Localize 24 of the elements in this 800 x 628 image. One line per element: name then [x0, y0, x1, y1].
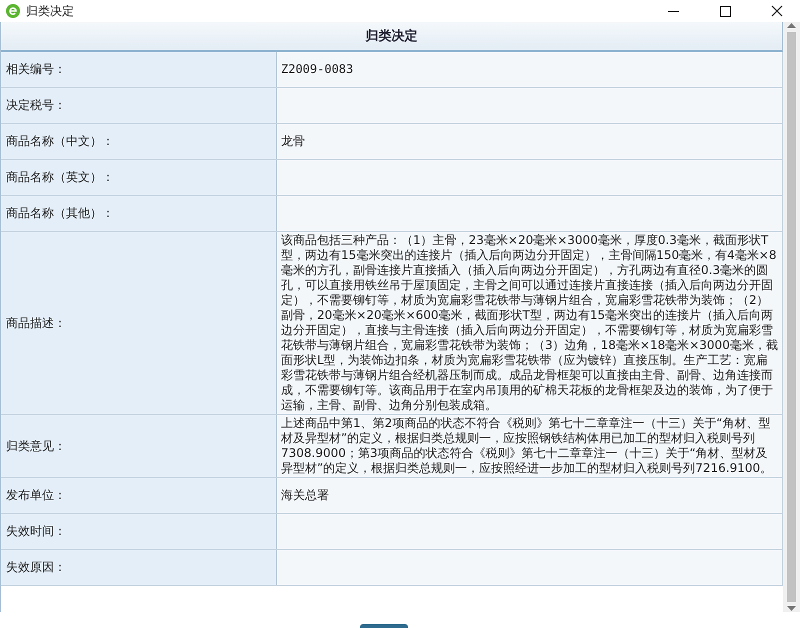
- field-value: 该商品包括三种产品：（1）主骨，23毫米×20毫米×3000毫米，厚度0.3毫米，截面形状T型，两边有15毫米突出的连接片（插入后向两边分开固定），主骨间隔150毫米，有4毫米×8毫米的方孔，副骨连接片直接插入（插入后向两边分开固定），方孔两边有直径0.3毫米的圆孔，可以直接用铁丝吊于屋顶固定，主骨之间可以通过连接片直接连接（插入后向两边分开固定），不需要铆钉等，材质为宽扁彩雪花铁带与薄钢片组合，宽扁彩雪花铁带为装饰；（2）副骨，20毫米×20毫米×600毫米，截面形状T型，两边有15毫米突出的连接片（插入后向两边分开固定），直接与主骨连接（插入后向两边分开固定），不需要铆钉等，材质为宽扁彩雪花铁带与薄钢片组合，宽扁彩雪花铁带为装饰；（3）边角，18毫米×18毫米×3000毫米，截面形状L型，为装饰边扣条，材质为宽扁彩雪花铁带（应为镀锌）直接压制。生产工艺：宽扁彩雪花铁带与薄钢片组合经机器压制而成。成品龙骨框架可以直接由主骨、副骨、边角连接而成，不需要铆钉等。该商品用于在室内吊顶用的矿棉天花板的龙骨框架及边的装饰，为了便于运输，主骨、副骨、边角分别包装成箱。: [277, 232, 784, 414]
- field-label: 商品描述：: [1, 232, 277, 414]
- field-label: 商品名称（其他）：: [1, 196, 277, 231]
- field-label: 商品名称（中文）：: [1, 124, 277, 159]
- field-label: 相关编号：: [1, 52, 277, 87]
- scroll-up-arrow-icon[interactable]: [787, 22, 796, 28]
- button-top-edge[interactable]: [360, 624, 408, 628]
- field-value: 上述商品中第1、第2项商品的状态不符合《税则》第七十二章章注一（十三）关于“角材、型材及异型材”的定义，根据归类总规则一，应按照钢铁结构体用已加工的型材归入税则号列7308.9000；第3项商品的状态符合《税则》第七十二章章注一（十三）关于“角材、型材及异型材”的定义，根据归类总规则一，应按照经进一步加工的型材归入税则号列7216.9100。: [277, 415, 784, 477]
- maximize-icon: [720, 6, 730, 16]
- field-label: 失效原因：: [1, 550, 277, 585]
- scrollbar[interactable]: [783, 22, 800, 612]
- field-label: 归类意见：: [1, 415, 277, 477]
- field-label: 失效时间：: [1, 514, 277, 549]
- field-value: Z2009-0083: [277, 52, 784, 87]
- field-label: 商品名称（英文）：: [1, 160, 277, 195]
- scroll-down-arrow-icon[interactable]: [787, 606, 796, 612]
- close-icon: [771, 5, 783, 17]
- browser-logo-icon: [6, 4, 20, 18]
- field-label: 决定税号：: [1, 88, 277, 123]
- window-title: 归类决定: [26, 2, 75, 20]
- field-value: 龙骨: [277, 124, 784, 159]
- field-value: 海关总署: [277, 478, 784, 513]
- field-label: 发布单位：: [1, 478, 277, 513]
- form-heading: 归类决定: [1, 22, 784, 52]
